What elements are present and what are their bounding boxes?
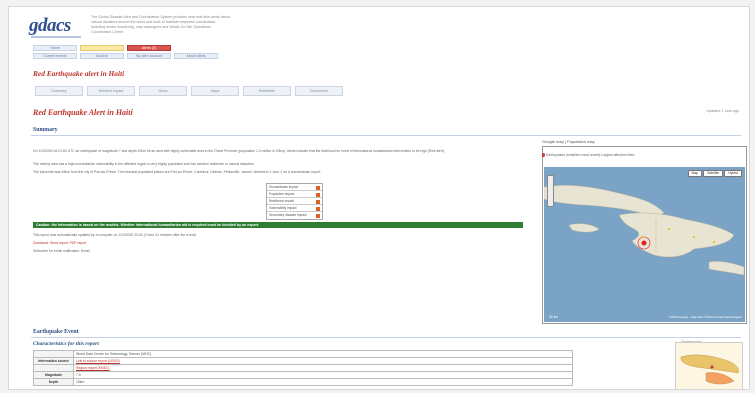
map-legend-label: Earthquakes (small/ten most recent) Larg… bbox=[545, 153, 635, 157]
impact-label: Secondary disaster impact bbox=[269, 213, 307, 217]
table-value[interactable]: Region report (EMSC) bbox=[73, 364, 573, 372]
alert-title: Red Earthquake alert in Haiti bbox=[33, 69, 125, 78]
characteristics-heading: Characteristics for this report bbox=[33, 341, 99, 347]
map-legend: Earthquakes (small/ten most recent) Larg… bbox=[542, 153, 635, 158]
earthquake-pin-icon bbox=[542, 153, 545, 158]
table-key: Depth bbox=[33, 378, 74, 386]
alert-level-icon bbox=[316, 213, 320, 218]
map-copyright: ©2010 Google - Map data ©2010 Europa Tec… bbox=[668, 315, 742, 319]
map-type-map[interactable]: Map bbox=[687, 170, 703, 177]
overview-map-image bbox=[676, 343, 742, 389]
caribbean-map bbox=[544, 185, 745, 276]
page: gdacs The Global Disaster Alert and Coor… bbox=[8, 6, 750, 390]
impact-label: Resilience impact bbox=[269, 199, 294, 203]
nav-home[interactable]: Home bbox=[33, 45, 77, 51]
impact-label: Vulnerability impact bbox=[269, 206, 297, 210]
logo-underline bbox=[31, 36, 81, 38]
table-row: Magnitude 7.0 bbox=[33, 371, 573, 379]
updated-time: Updated: 1 hour ago bbox=[706, 109, 739, 113]
table-value[interactable]: Link to source report (USGS) bbox=[73, 357, 573, 365]
overview-map-thumbnail[interactable] bbox=[675, 342, 743, 389]
map-links[interactable]: Google map | Population map bbox=[542, 139, 595, 144]
table-key bbox=[33, 364, 74, 372]
map-type-satellite[interactable]: Satellite bbox=[703, 170, 724, 177]
map-type-hybrid[interactable]: Hybrid bbox=[724, 170, 742, 177]
impact-row[interactable]: Humanitarian impact bbox=[267, 184, 322, 191]
impact-label: Population impact bbox=[269, 192, 295, 196]
impact-row[interactable]: Resilience impact bbox=[267, 198, 322, 205]
alert-level-icon bbox=[316, 185, 320, 190]
table-row: Region report (EMSC) bbox=[33, 364, 573, 372]
nav-my-account[interactable]: My alert account bbox=[127, 53, 171, 59]
cuba-landmass bbox=[544, 185, 665, 218]
table-row: Information source Link to source report… bbox=[33, 357, 573, 365]
tab-detailed-impact[interactable]: Detailed impact bbox=[87, 86, 135, 96]
source-link[interactable]: Link to source report (USGS) bbox=[76, 359, 120, 363]
auto-report-note: This report was automatically updated by… bbox=[33, 233, 197, 237]
tab-documents[interactable]: Documents bbox=[295, 86, 343, 96]
summary-paragraph-1: On 1/12/2010 at 21:53 UTC an earthquake … bbox=[33, 149, 445, 153]
table-value: 10km bbox=[73, 378, 573, 386]
impact-row[interactable]: Population impact bbox=[267, 191, 322, 198]
nav-highlight[interactable] bbox=[80, 45, 124, 51]
table-value: 7.0 bbox=[73, 371, 573, 379]
report-title: Red Earthquake Alert in Haiti bbox=[33, 108, 133, 117]
nav-about-alerts[interactable]: About alerts bbox=[174, 53, 218, 59]
epicenter-marker[interactable] bbox=[641, 240, 647, 246]
nav-current-events[interactable]: Current events bbox=[33, 53, 77, 59]
nav-row-primary: Home Alerts (3) bbox=[33, 45, 171, 51]
puerto-rico-landmass bbox=[708, 261, 745, 276]
alert-level-icon bbox=[316, 199, 320, 204]
city-marker[interactable] bbox=[713, 241, 715, 243]
impact-row[interactable]: Secondary disaster impact bbox=[267, 212, 322, 219]
caution-banner: Caution: the information is based on the… bbox=[33, 222, 523, 228]
map-canvas[interactable]: Map Satellite Hybrid 50 km ©2010 Google … bbox=[544, 167, 745, 322]
impact-table: Humanitarian impact Population impact Re… bbox=[266, 183, 323, 220]
sub-tabs: Summary Detailed impact News Maps Relief… bbox=[35, 86, 343, 96]
city-marker[interactable] bbox=[693, 236, 695, 238]
table-key bbox=[33, 350, 74, 358]
summary-divider bbox=[31, 135, 741, 136]
city-marker[interactable] bbox=[641, 236, 643, 238]
table-row: Depth 10km bbox=[33, 378, 573, 386]
table-key: Magnitude bbox=[33, 371, 74, 379]
nav-archive[interactable]: Archive bbox=[80, 53, 124, 59]
tab-reliefweb[interactable]: ReliefWeb bbox=[243, 86, 291, 96]
gdacs-logo[interactable]: gdacs bbox=[29, 15, 71, 37]
tab-news[interactable]: News bbox=[139, 86, 187, 96]
intro-text: The Global Disaster Alert and Coordinati… bbox=[91, 15, 230, 34]
characteristics-table: World Data Center for Seismology, Denver… bbox=[33, 350, 573, 386]
table-value: World Data Center for Seismology, Denver… bbox=[73, 350, 573, 358]
tab-summary[interactable]: Summary bbox=[35, 86, 83, 96]
earthquake-heading: Earthquake Event bbox=[33, 329, 79, 335]
table-key: Information source bbox=[33, 357, 74, 365]
jamaica-landmass bbox=[568, 223, 600, 233]
summary-paragraph-3: The epicentre was 16km from the city of … bbox=[33, 170, 322, 174]
impact-row[interactable]: Vulnerability impact bbox=[267, 205, 322, 212]
nav-alerts[interactable]: Alerts (3) bbox=[127, 45, 171, 51]
hispaniola-landmass bbox=[618, 212, 735, 258]
download-links[interactable]: Download: Word report, PDF report bbox=[33, 241, 523, 245]
alert-level-icon bbox=[316, 206, 320, 211]
map-scale: 50 km bbox=[549, 315, 559, 319]
tab-maps[interactable]: Maps bbox=[191, 86, 239, 96]
impact-label: Humanitarian impact bbox=[269, 185, 299, 189]
summary-heading: Summary bbox=[33, 127, 58, 133]
map-type-controls: Map Satellite Hybrid bbox=[687, 170, 742, 177]
table-row: World Data Center for Seismology, Denver… bbox=[33, 350, 573, 358]
subscribe-note[interactable]: Subscribe for email notification: Email bbox=[33, 249, 523, 253]
zoom-slider[interactable] bbox=[547, 175, 554, 207]
nav-row-secondary: Current events Archive My alert account … bbox=[33, 53, 218, 59]
summary-paragraph-2: The nearby area has a high humanitarian … bbox=[33, 162, 255, 166]
city-marker[interactable] bbox=[668, 228, 670, 230]
earthquake-divider bbox=[31, 337, 741, 338]
alert-level-icon bbox=[316, 192, 320, 197]
region-report-link[interactable]: Region report (EMSC) bbox=[76, 366, 110, 370]
